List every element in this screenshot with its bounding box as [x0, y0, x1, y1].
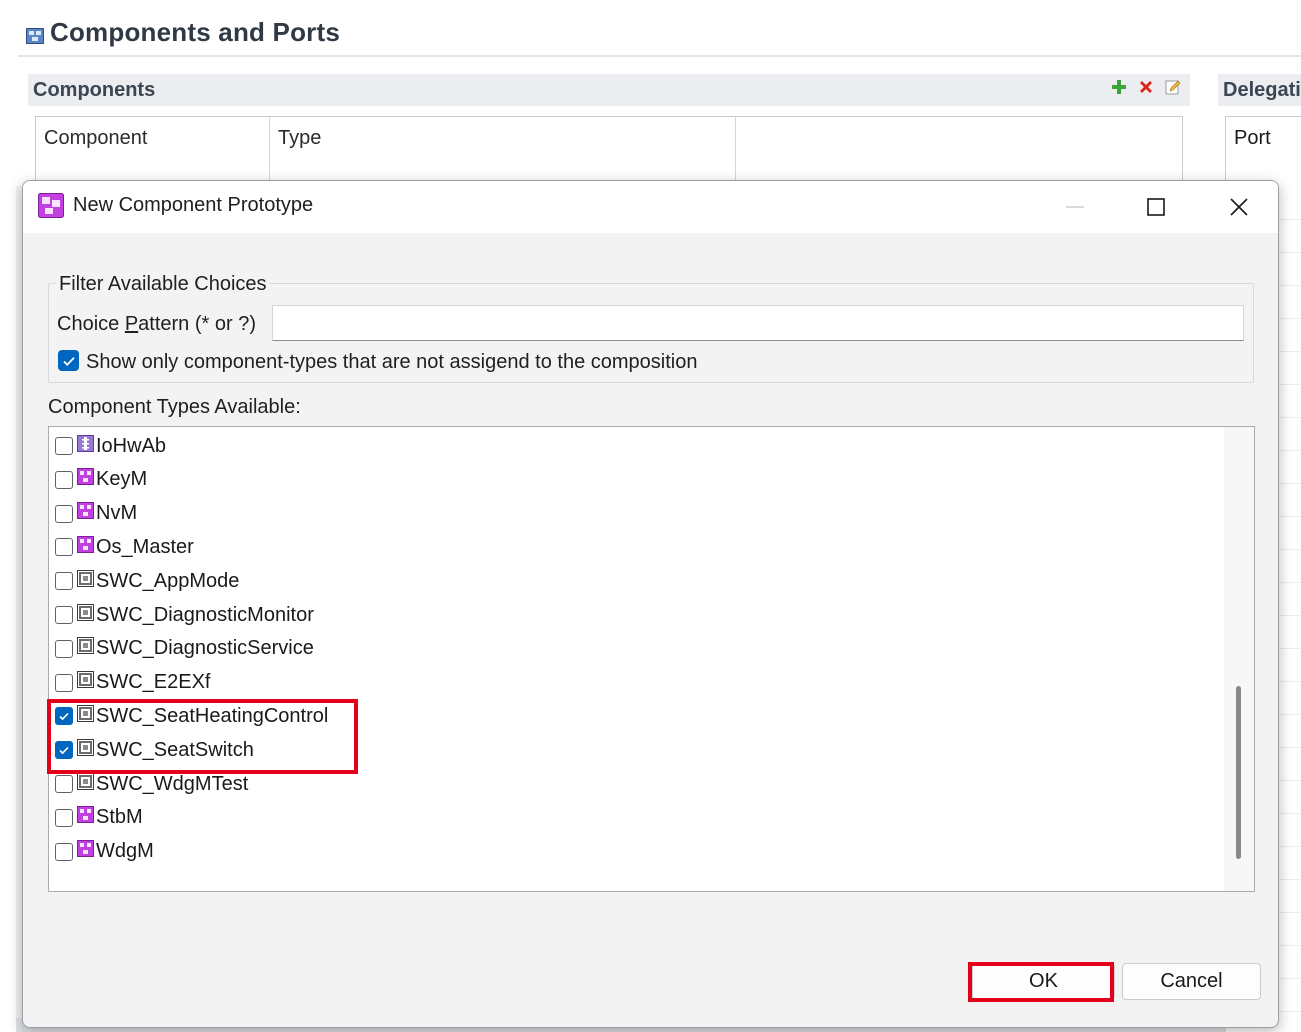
component-types-list[interactable]: IoHwAb KeyM NvM Os_Master SWC_AppMode SWC_Dia…: [48, 426, 1255, 892]
component-prototype-icon: [38, 193, 64, 218]
show-only-unassigned-label[interactable]: Show only component-types that are not a…: [86, 351, 697, 374]
list-item[interactable]: KeyM: [55, 465, 147, 495]
column-header-port[interactable]: Port: [1234, 127, 1271, 150]
filter-group-label: Filter Available Choices: [56, 273, 270, 296]
list-item[interactable]: WdgM: [55, 837, 154, 867]
iohwab-module-icon: [77, 434, 96, 452]
type-label: SWC_AppMode: [96, 569, 240, 592]
close-button[interactable]: [1204, 181, 1274, 233]
component-types-label: Component Types Available:: [48, 396, 301, 418]
list-item[interactable]: Os_Master: [55, 532, 194, 562]
page-title: Components and Ports: [50, 16, 341, 47]
list-item[interactable]: SWC_E2EXf: [55, 668, 210, 698]
show-only-unassigned-checkbox[interactable]: [58, 350, 79, 371]
type-checkbox[interactable]: [55, 808, 73, 827]
maximize-icon: [1147, 198, 1165, 216]
components-actions: [1110, 78, 1182, 96]
bsw-module-icon: [77, 840, 96, 858]
delegation-section-header: Delegation Ports: [1218, 74, 1301, 106]
components-table: Component Type: [35, 116, 1183, 187]
type-label: SWC_E2EXf: [96, 671, 211, 694]
add-icon[interactable]: [1110, 78, 1128, 96]
components-section-title: Components: [33, 79, 156, 101]
type-checkbox[interactable]: [55, 775, 73, 793]
swc-type-icon: [77, 772, 96, 790]
type-label: StbM: [96, 806, 143, 829]
swc-type-icon: [77, 637, 96, 655]
type-label: SWC_DiagnosticService: [96, 637, 314, 660]
bsw-module-icon: [77, 535, 96, 553]
bsw-module-icon: [77, 502, 96, 520]
type-checkbox[interactable]: [55, 572, 73, 591]
list-item[interactable]: NvM: [55, 499, 137, 529]
type-checkbox[interactable]: [55, 470, 73, 489]
delete-icon[interactable]: [1137, 78, 1155, 96]
column-header-type[interactable]: Type: [278, 127, 321, 150]
type-label: SWC_WdgMTest: [96, 772, 249, 795]
column-header-component[interactable]: Component: [44, 127, 147, 150]
choice-pattern-input[interactable]: [272, 305, 1244, 341]
bsw-module-icon: [77, 468, 96, 486]
swc-type-icon: [77, 671, 96, 689]
type-label: SWC_DiagnosticMonitor: [96, 603, 314, 626]
minimize-icon: [1066, 206, 1084, 208]
components-section-header: Components: [28, 74, 1190, 106]
dialog-titlebar[interactable]: New Component Prototype: [23, 181, 1278, 233]
type-checkbox[interactable]: [55, 842, 73, 861]
minimize-button: [1040, 181, 1110, 233]
list-item[interactable]: IoHwAb: [55, 431, 166, 461]
type-checkbox[interactable]: [55, 437, 73, 455]
cancel-button[interactable]: Cancel: [1122, 963, 1261, 1000]
type-checkbox[interactable]: [55, 538, 73, 557]
delegation-section-title: Delegation Ports: [1223, 79, 1301, 101]
new-component-prototype-dialog: New Component Prototype Filter Available…: [22, 180, 1279, 1028]
list-item[interactable]: SWC_DiagnosticService: [55, 634, 314, 664]
type-label: NvM: [96, 502, 138, 525]
checkmark-icon: [62, 356, 75, 366]
composition-icon: [26, 28, 44, 44]
type-checkbox[interactable]: [55, 504, 73, 523]
list-item[interactable]: SWC_AppMode: [55, 566, 239, 596]
column-divider: [269, 117, 270, 187]
header-divider: [18, 55, 1301, 57]
type-label: KeyM: [96, 468, 148, 491]
type-label: WdgM: [96, 840, 154, 863]
close-icon: [1230, 198, 1248, 216]
type-label: Os_Master: [96, 535, 194, 558]
type-checkbox[interactable]: [55, 673, 73, 692]
list-item[interactable]: StbM: [55, 803, 143, 833]
vertical-scrollbar[interactable]: [1224, 427, 1254, 891]
type-checkbox[interactable]: [55, 639, 73, 658]
highlight-selected-types: [47, 699, 358, 774]
bsw-module-icon: [77, 806, 96, 824]
scrollbar-thumb[interactable]: [1236, 686, 1241, 859]
swc-type-icon: [77, 603, 96, 621]
list-item[interactable]: SWC_DiagnosticMonitor: [55, 600, 314, 630]
type-checkbox[interactable]: [55, 606, 73, 624]
column-divider: [735, 117, 736, 187]
dialog-title: New Component Prototype: [73, 194, 314, 216]
edit-icon[interactable]: [1164, 78, 1182, 96]
highlight-ok-button: [968, 962, 1114, 1002]
type-label: IoHwAb: [96, 434, 167, 457]
swc-type-icon: [77, 569, 96, 587]
page-header: Components and Ports: [26, 14, 340, 50]
choice-pattern-label: Choice Pattern (* or ?): [57, 313, 256, 335]
maximize-button[interactable]: [1121, 181, 1191, 233]
